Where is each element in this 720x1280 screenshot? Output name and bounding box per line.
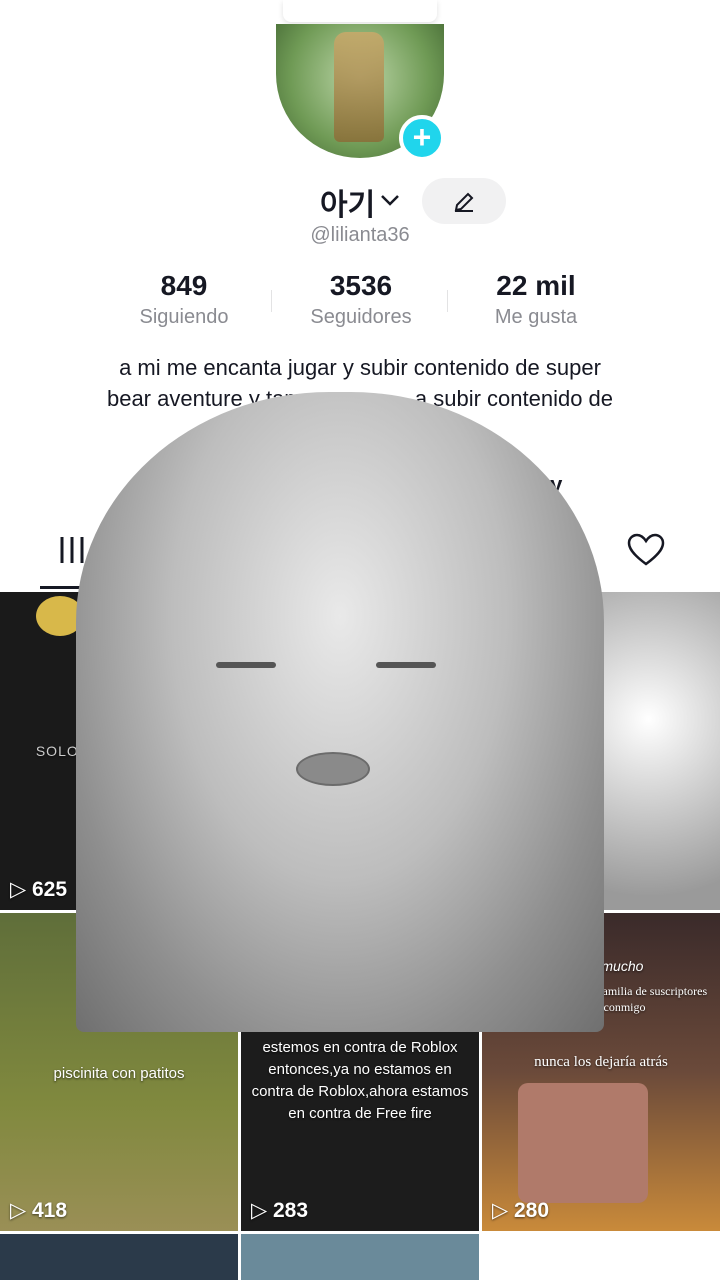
view-count: ▷ 625 <box>10 878 68 901</box>
tile-character <box>518 1083 648 1203</box>
name-row: 아기 <box>0 178 720 224</box>
heart-icon[interactable] <box>622 530 670 586</box>
tile-caption: nunca los dejaría atrás <box>534 1054 668 1070</box>
overlay-eye <box>216 662 276 668</box>
stat-value: 849 <box>160 270 208 301</box>
overlay-mouth <box>296 752 370 786</box>
view-count-value: 418 <box>31 1199 68 1222</box>
stat-label: Me gusta <box>494 306 578 328</box>
stat-likes[interactable]: 22 mil Me gusta <box>456 270 616 329</box>
tile-caption: estemos en contra de Roblox entonces,ya … <box>251 1039 469 1122</box>
stat-value: 3536 <box>329 270 393 301</box>
view-count-value: 283 <box>272 1199 309 1222</box>
bio-line-1: a mi me encanta jugar y subir contenido … <box>119 355 601 380</box>
tile-caption: piscinita con patitos <box>53 1065 185 1082</box>
stat-divider <box>271 290 272 312</box>
view-count: ▷ 280 <box>492 1199 550 1222</box>
video-tile[interactable] <box>241 1234 479 1280</box>
baby-sticker-overlay <box>76 392 604 1032</box>
overlay-eye <box>376 662 436 668</box>
edit-profile-button[interactable] <box>422 178 506 224</box>
top-notch-pill <box>283 0 437 22</box>
display-name[interactable]: 아기 <box>320 180 375 224</box>
bio-line-2-end: a subir contenido de <box>414 386 614 411</box>
stat-value: 22 mil <box>496 270 576 301</box>
view-count: ▷ 283 <box>251 1199 309 1222</box>
username: @lilianta36 <box>310 224 410 246</box>
video-tile[interactable] <box>0 1234 238 1280</box>
stat-label: Seguidores <box>310 306 412 328</box>
stat-followers[interactable]: 3536 Seguidores <box>281 270 441 329</box>
view-count: ▷ 418 <box>10 1199 68 1222</box>
chevron-down-icon[interactable] <box>380 190 400 211</box>
stat-following[interactable]: 849 Siguiendo <box>104 270 264 329</box>
stat-divider <box>447 290 448 312</box>
stat-label: Siguiendo <box>139 306 229 328</box>
avatar-figure <box>334 32 384 142</box>
view-count-value: 280 <box>513 1199 550 1222</box>
pencil-icon <box>452 188 476 213</box>
view-count-value: 625 <box>31 878 68 901</box>
plus-icon[interactable]: + <box>399 115 445 161</box>
